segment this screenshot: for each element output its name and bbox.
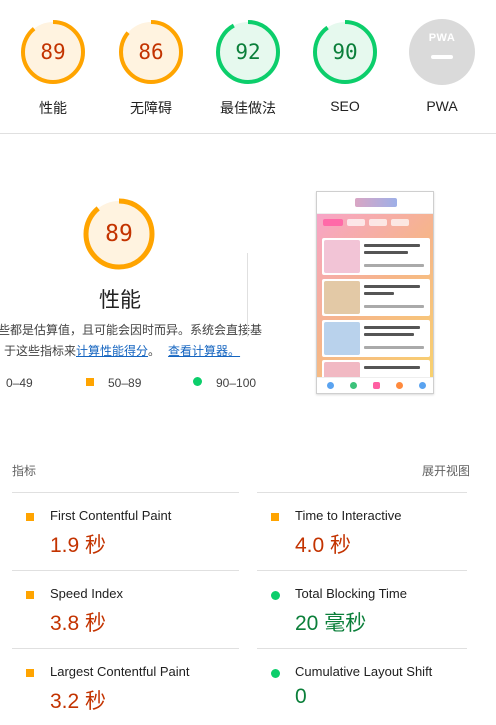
page-screenshot-thumbnail[interactable] (316, 191, 434, 394)
square-icon (271, 513, 279, 521)
gauge-best-practices[interactable]: 92 最佳做法 (203, 19, 293, 118)
calc-score-link[interactable]: 计算性能得分 (76, 344, 148, 358)
square-icon (86, 378, 94, 386)
expand-view-button[interactable]: 展开视图 (422, 462, 470, 479)
metric-name: Largest Contentful Paint (50, 664, 190, 679)
thumbnail-tabbar (317, 377, 433, 393)
thumbnail-card (322, 320, 430, 357)
metric-name: Speed Index (50, 586, 124, 601)
thumbnail-image (324, 240, 360, 273)
legend-average-range: 50–89 (108, 376, 142, 390)
gauge-ring: 90 (312, 19, 378, 85)
bell-icon (396, 382, 403, 389)
legend-fail: 0–49 (6, 376, 33, 390)
metric-value: 1.9 秒 (50, 534, 107, 557)
user-icon (419, 382, 426, 389)
square-icon (26, 591, 34, 599)
gauge-score: 86 (138, 40, 164, 64)
description-text: 。 (148, 344, 161, 358)
thumbnail-card (322, 279, 430, 316)
performance-title: 性能 (99, 289, 141, 312)
square-icon (26, 513, 34, 521)
gauge-label: 性能 (39, 100, 67, 116)
gauge-seo[interactable]: 90 SEO (300, 19, 390, 114)
thumbnail-tab (391, 219, 409, 226)
legend-average: 50–89 (86, 376, 141, 390)
circle-icon (193, 377, 202, 386)
text-line (364, 292, 394, 295)
text-line (364, 285, 420, 288)
gauge-label: PWA (426, 98, 458, 114)
square-icon (26, 669, 34, 677)
score-legend: 0–49 50–89 90–100 (0, 376, 300, 394)
legend-pass: 90–100 (193, 376, 256, 390)
text-line (364, 305, 424, 308)
pwa-badge-text: PWA (428, 32, 456, 44)
gauge-ring: 92 (215, 19, 281, 85)
metric-name: First Contentful Paint (50, 508, 172, 523)
metric-value: 4.0 秒 (295, 534, 352, 557)
legend-pass-range: 90–100 (216, 376, 257, 390)
add-icon (373, 382, 380, 389)
text-line (364, 244, 420, 247)
circle-icon (271, 591, 280, 600)
performance-description: 些都是估算值，且可能会因时而异。系统会直接基 于这些指标来计算性能得分。 查看计算… (0, 320, 263, 362)
metric-value: 3.8 秒 (50, 612, 107, 635)
circle-icon (271, 669, 280, 678)
metric-fcp: First Contentful Paint 1.9 秒 (12, 492, 239, 570)
thumbnail-tab (323, 219, 343, 226)
gauge-score: 89 (40, 40, 66, 64)
metric-value: 20 毫秒 (295, 612, 367, 635)
gauge-ring: 89 (20, 19, 86, 85)
metrics-heading: 指标 (12, 464, 37, 478)
metric-speed-index: Speed Index 3.8 秒 (12, 570, 239, 648)
gauge-label: 最佳做法 (220, 100, 276, 116)
site-logo (355, 198, 397, 207)
gauge-ring: 86 (118, 19, 184, 85)
category-icon (350, 382, 357, 389)
text-line (364, 346, 424, 349)
thumbnail-card (322, 238, 430, 275)
metric-value: 3.2 秒 (50, 690, 107, 713)
text-line (364, 264, 424, 267)
description-text: 于这些指标来 (4, 344, 77, 358)
dash-icon (431, 55, 453, 59)
metric-name: Time to Interactive (295, 508, 402, 523)
thumbnail-header (317, 192, 433, 214)
metric-lcp: Largest Contentful Paint 3.2 秒 (12, 648, 239, 725)
thumbnail-image (324, 281, 360, 314)
gauge-pwa[interactable]: PWA PWA (397, 19, 487, 114)
description-line: 些都是估算值，且可能会因时而异。系统会直接基 (0, 323, 263, 337)
gauge-score: 92 (235, 40, 261, 64)
category-gauges: 89 性能 86 无障碍 92 最佳做法 90 SEO PWA PWA (0, 0, 496, 134)
gauge-score: 90 (332, 40, 358, 64)
metric-value: 0 (295, 685, 307, 708)
text-line (364, 251, 408, 254)
metric-cls: Cumulative Layout Shift 0 (257, 648, 467, 725)
divider (247, 253, 248, 337)
legend-fail-range: 0–49 (6, 376, 33, 390)
metric-name: Cumulative Layout Shift (295, 664, 433, 679)
text-line (364, 333, 414, 336)
gauge-accessibility[interactable]: 86 无障碍 (106, 19, 196, 118)
thumbnail-image (324, 322, 360, 355)
performance-score: 89 (105, 221, 133, 247)
gauge-label: SEO (330, 98, 360, 114)
description-line: 于这些指标来计算性能得分。 查看计算器。 (0, 341, 258, 362)
pwa-badge-icon: PWA (409, 19, 475, 85)
metric-tti: Time to Interactive 4.0 秒 (257, 492, 467, 570)
gauge-label: 无障碍 (130, 100, 172, 116)
thumbnail-tab (347, 219, 365, 226)
thumbnail-tab (369, 219, 387, 226)
text-line (364, 366, 420, 369)
performance-main-gauge: 89 (82, 197, 156, 271)
text-line (364, 326, 420, 329)
metric-name: Total Blocking Time (295, 586, 407, 601)
gauge-performance[interactable]: 89 性能 (8, 19, 98, 118)
calculator-link[interactable]: 查看计算器。 (168, 344, 240, 358)
metric-tbt: Total Blocking Time 20 毫秒 (257, 570, 467, 648)
home-icon (327, 382, 334, 389)
